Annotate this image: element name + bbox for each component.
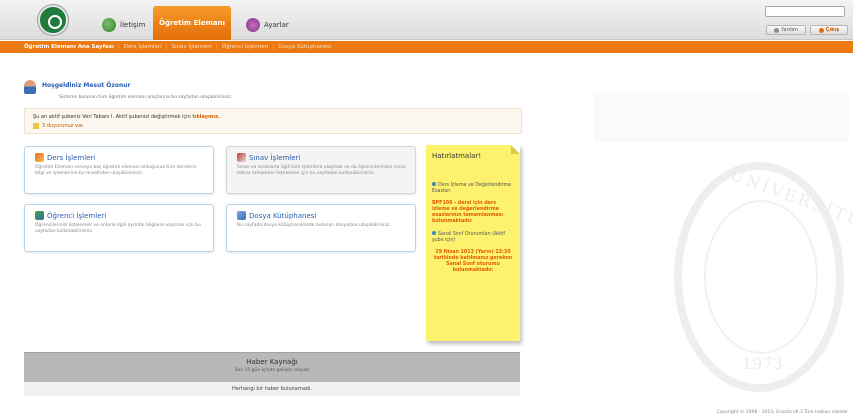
subnav-dosya-kutuphanesi[interactable]: Dosya Kütüphanesi [278, 44, 331, 50]
tab-label: Ayarlar [264, 21, 289, 29]
news-header: Haber Kaynağı Son 15 gün içinde gelişen … [24, 352, 520, 382]
change-branch-link[interactable]: tıklayınız. [192, 114, 219, 120]
reminder-item-2-text: Sanal Sınıf Oturumları (Aktif şube için) [432, 232, 506, 243]
subnav-separator: | [215, 44, 218, 50]
card-ogrenci-islemleri[interactable]: Öğrenci İşlemleri Öğrencilerinizi listel… [24, 204, 214, 252]
reminder-item-1[interactable]: Ders İzleme ve Değerlendirme Esasları [432, 182, 514, 195]
tab-label: Öğretim Elemanı [159, 19, 225, 27]
news-subtitle: Son 15 gün içinde gelişen olaylar [234, 368, 310, 373]
seal-text: ÜNİVERSİTESİ [727, 164, 853, 239]
announcements-count: 3 duyurunuz var. [42, 123, 85, 129]
reminder-item-1-text: Ders İzleme ve Değerlendirme Esasları [432, 183, 512, 194]
top-bar: İletişim Öğretim Elemanı Ayarlar Yardım … [0, 0, 853, 40]
subnav-separator: | [117, 44, 120, 50]
card-title-text: Dosya Kütüphanesi [249, 211, 317, 220]
logout-icon [818, 27, 824, 33]
help-label: Yardım [781, 27, 798, 33]
welcome-description: Sisteme bulunan tüm öğretim elemanı araç… [59, 95, 233, 100]
course-icon [35, 153, 44, 162]
active-branch-text: Şu an aktif şubeniz Veri Tabanı I. Aktif… [33, 114, 191, 120]
card-description: Öğretim Elemanı ve/veya baş öğretim elem… [35, 165, 197, 176]
announcement-icon [33, 123, 39, 129]
logout-button[interactable]: Çıkış [810, 25, 848, 35]
card-dosya-kutuphanesi[interactable]: Dosya Kütüphanesi Bu sayfada dosya kütüp… [226, 204, 416, 252]
file-library-icon [237, 211, 246, 220]
subnav-separator: | [272, 44, 275, 50]
student-icon [35, 211, 44, 220]
subnav-home[interactable]: Öğretim Elemanı Ana Sayfası [24, 44, 114, 50]
card-title-text: Öğrenci İşlemleri [47, 211, 107, 220]
university-seal-watermark: ÜNİVERSİTESİ 1973 [674, 162, 853, 392]
reminder-item-2-note: 29 Nisan 2013 (Yarın) 13:30 tarihinde ka… [433, 250, 513, 273]
active-branch-line: Şu an aktif şubeniz Veri Tabanı I. Aktif… [33, 114, 220, 120]
help-icon [774, 27, 780, 33]
card-description: Öğrencilerinizi listelemek ve onlarla il… [35, 223, 201, 234]
reminders-title: Hatırlatmalar! [432, 152, 482, 160]
bullet-icon [432, 231, 436, 235]
card-title: Öğrenci İşlemleri [35, 211, 106, 220]
news-empty-message: Herhangi bir haber bulunamadı. [24, 382, 520, 396]
sub-navigation: Öğretim Elemanı Ana Sayfası | Ders İşlem… [0, 41, 853, 53]
search-input[interactable] [765, 6, 845, 17]
active-branch-notice: Şu an aktif şubeniz Veri Tabanı I. Aktif… [24, 108, 522, 134]
card-ders-islemleri[interactable]: Ders İşlemleri Öğretim Elemanı ve/veya b… [24, 146, 214, 194]
help-button[interactable]: Yardım [766, 25, 806, 35]
card-title-text: Sınav İşlemleri [249, 153, 301, 162]
card-title: Dosya Kütüphanesi [237, 211, 316, 220]
card-title-text: Ders İşlemleri [47, 153, 96, 162]
card-sinav-islemleri[interactable]: Sınav İşlemleri Sınav ve sınavlarla ilgi… [226, 146, 416, 194]
background-panel [594, 92, 849, 142]
reminder-item-2[interactable]: Sanal Sınıf Oturumları (Aktif şube için) [432, 231, 514, 244]
news-title: Haber Kaynağı [246, 358, 298, 366]
reminders-note: Hatırlatmalar! Ders İzleme ve Değerlendi… [426, 145, 520, 341]
logout-label: Çıkış [825, 27, 840, 33]
subnav-ders-islemleri[interactable]: Ders İşlemleri [124, 44, 162, 50]
communication-icon [102, 18, 116, 32]
tab-ayarlar[interactable]: Ayarlar [240, 10, 295, 40]
subnav-separator: | [165, 44, 168, 50]
card-title: Sınav İşlemleri [237, 153, 300, 162]
tab-iletisim[interactable]: İletişim [96, 10, 151, 40]
subnav-sinav-islemleri[interactable]: Sınav İşlemleri [172, 44, 212, 50]
subnav-ogrenci-islemleri[interactable]: Öğrenci İşlemleri [222, 44, 269, 50]
user-avatar-icon [24, 80, 36, 94]
tab-ogretim-elemani[interactable]: Öğretim Elemanı [153, 6, 231, 40]
card-description: Sınav ve sınavlarla ilgili tüm işlemlere… [237, 165, 406, 176]
reminder-item-1-note: BPF106 - dersi için ders izleme ve değer… [432, 201, 504, 224]
announcements-link[interactable]: 3 duyurunuz var. [33, 123, 84, 129]
welcome-title: Hoşgeldiniz Mesut Özonur [42, 82, 131, 89]
exam-icon [237, 153, 246, 162]
seal-year: 1973 [742, 354, 783, 373]
settings-icon [246, 18, 260, 32]
tab-label: İletişim [120, 21, 146, 29]
university-logo[interactable] [38, 5, 68, 35]
bullet-icon [432, 182, 436, 186]
footer-copyright: Copyright © 1998 - 2013, Enocta v6.3 Tüm… [716, 410, 849, 415]
card-title: Ders İşlemleri [35, 153, 95, 162]
news-feed: Haber Kaynağı Son 15 gün içinde gelişen … [24, 352, 520, 396]
card-description: Bu sayfada dosya kütüphanenizde bulunan … [237, 223, 391, 228]
